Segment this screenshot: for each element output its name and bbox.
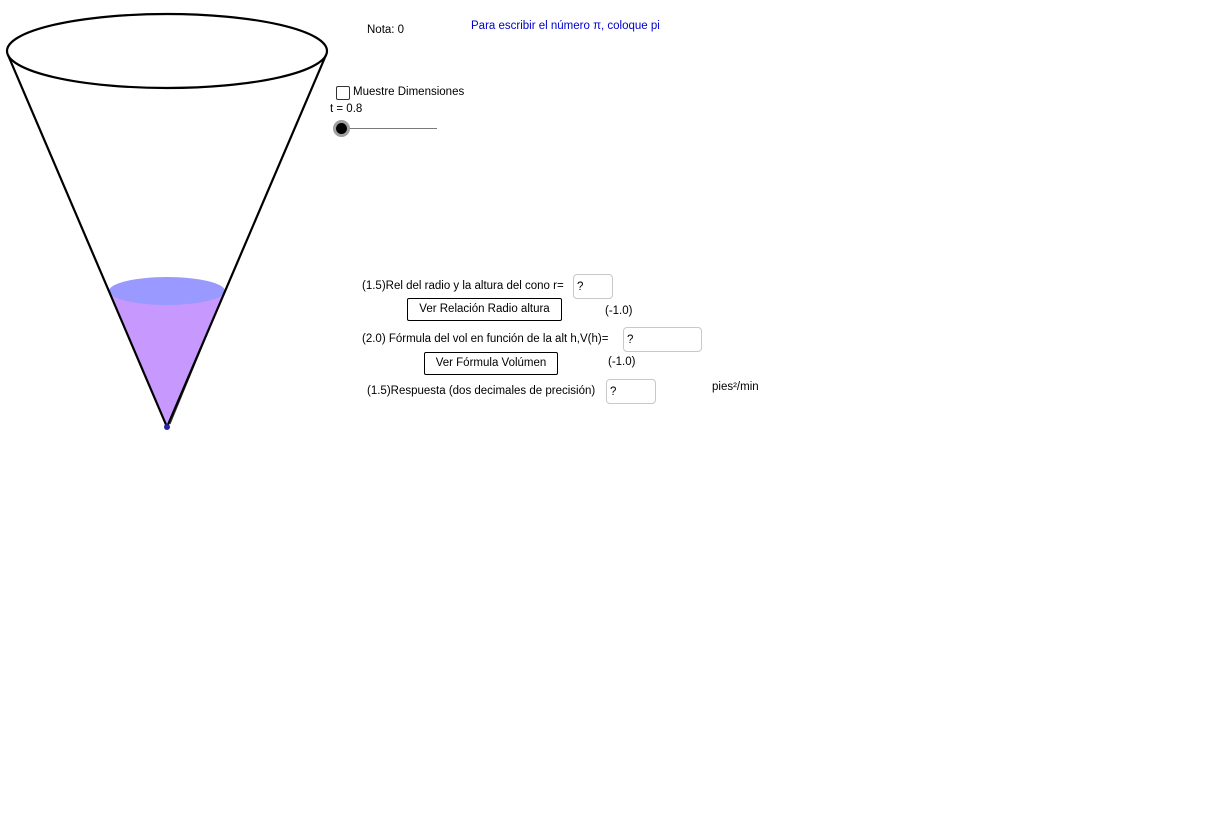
cone-side-left bbox=[6, 54, 169, 428]
radius-relation-input[interactable] bbox=[573, 274, 613, 299]
score-label: Nota: 0 bbox=[367, 24, 405, 36]
cone-side-right bbox=[165, 54, 328, 428]
pi-hint-text: Para escribir el número π, coloque pi bbox=[471, 20, 660, 32]
cone-vertex-point[interactable] bbox=[164, 424, 170, 430]
slider-t-label: t = 0.8 bbox=[330, 103, 363, 115]
cone-figure bbox=[5, 12, 329, 430]
radius-relation-penalty: (-1.0) bbox=[605, 305, 633, 317]
water-volume bbox=[110, 291, 225, 427]
question-answer-label: (1.5)Respuesta (dos decimales de precisi… bbox=[367, 385, 596, 397]
volume-formula-input[interactable] bbox=[623, 327, 702, 352]
question-radius-relation-label: (1.5)Rel del radio y la altura del cono … bbox=[362, 280, 564, 292]
cone-rim bbox=[5, 12, 329, 90]
slider-t-track[interactable] bbox=[341, 128, 437, 129]
answer-unit: pies²/min bbox=[712, 381, 759, 393]
show-volume-formula-button[interactable]: Ver Fórmula Volúmen bbox=[424, 352, 558, 375]
question-volume-formula-label: (2.0) Fórmula del vol en función de la a… bbox=[362, 333, 609, 345]
show-dimensions-label[interactable]: Muestre Dimensiones bbox=[353, 86, 464, 98]
show-radius-relation-button[interactable]: Ver Relación Radio altura bbox=[407, 298, 562, 321]
slider-t-knob[interactable] bbox=[333, 120, 350, 137]
volume-formula-penalty: (-1.0) bbox=[608, 356, 636, 368]
show-dimensions-checkbox[interactable] bbox=[336, 86, 350, 100]
water-surface bbox=[109, 277, 225, 305]
answer-input[interactable] bbox=[606, 379, 656, 404]
